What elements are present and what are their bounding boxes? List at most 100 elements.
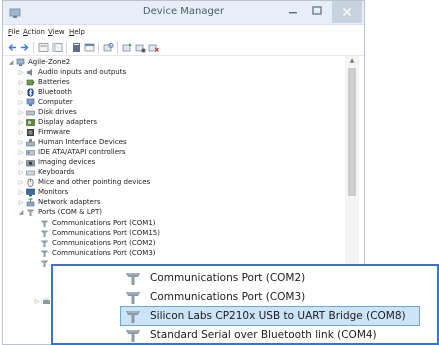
maximize-button[interactable] — [304, 1, 330, 23]
ide-controller-icon — [26, 150, 35, 156]
toolbar-separator — [117, 42, 118, 54]
firmware-icon — [27, 129, 34, 136]
zoom-item-label: Standard Serial over Bluetooth link (COM… — [150, 329, 377, 341]
mouse-icon — [27, 178, 34, 187]
tree-device[interactable]: Communications Port (COM15) — [31, 229, 251, 238]
menu-help[interactable]: Help — [69, 28, 85, 36]
tree-category-label: Network adapters — [38, 198, 101, 206]
printer-icon — [43, 298, 50, 304]
tree-category-label: Human Interface Devices — [38, 138, 127, 146]
back-arrow-icon[interactable] — [7, 42, 18, 53]
zoom-list-item-selected[interactable]: Silicon Labs CP210x USB to UART Bridge (… — [53, 306, 437, 326]
tree-category[interactable]: ▷ Computer — [17, 98, 237, 107]
expand-arrow-icon[interactable]: ▷ — [17, 188, 25, 197]
expand-arrow-icon[interactable]: ▷ — [17, 98, 25, 107]
close-button[interactable] — [332, 1, 362, 23]
tree-category-label: IDE ATA/ATAPI controllers — [38, 148, 126, 156]
expand-arrow-icon[interactable]: ▷ — [17, 118, 25, 127]
tree-category[interactable]: ▷ Display adapters — [17, 118, 237, 127]
expand-arrow-icon[interactable]: ▷ — [17, 168, 25, 177]
tree-category-label: Batteries — [38, 78, 70, 86]
port-connector-icon — [126, 273, 140, 285]
tree-category[interactable]: ▷ Human Interface Devices — [17, 138, 237, 147]
expand-arrow-icon[interactable]: ▷ — [33, 297, 41, 306]
disable-device-icon[interactable] — [135, 42, 146, 53]
scroll-up-icon[interactable]: ▲ — [345, 56, 359, 66]
expand-arrow-icon[interactable]: ▷ — [17, 68, 25, 77]
computer-icon — [16, 58, 25, 66]
tree-device[interactable] — [31, 259, 51, 268]
collapse-arrow-icon[interactable]: ◢ — [7, 58, 15, 67]
help-pane-icon[interactable] — [52, 42, 63, 53]
menu-action[interactable]: Action — [23, 28, 45, 36]
minimize-icon — [289, 12, 297, 14]
title-bar[interactable]: Device Manager — [3, 1, 364, 25]
uninstall-device-icon[interactable] — [148, 42, 159, 53]
menu-file[interactable]: File — [8, 28, 20, 36]
speaker-icon — [27, 69, 32, 76]
expand-arrow-icon[interactable]: ▷ — [17, 88, 25, 97]
tree-category[interactable]: ▷ Audio inputs and outputs — [17, 68, 237, 77]
tree-category[interactable]: ▷ Disk drives — [17, 108, 237, 117]
tree-category-label: Keyboards — [38, 168, 75, 176]
tree-category[interactable]: ▷ Mice and other pointing devices — [17, 178, 237, 187]
tree-category[interactable]: ▷ Monitors — [17, 188, 237, 197]
port-connector-icon — [126, 292, 140, 304]
expand-arrow-icon[interactable]: ▷ — [17, 148, 25, 157]
collapse-arrow-icon[interactable]: ◢ — [17, 208, 25, 217]
tree-category-label: Ports (COM & LPT) — [38, 208, 102, 216]
tree-category[interactable]: ▷ — [33, 297, 53, 306]
help-book-icon[interactable] — [71, 42, 82, 53]
zoom-list-item[interactable]: Communications Port (COM2) — [53, 268, 437, 288]
expand-arrow-icon[interactable]: ▷ — [17, 128, 25, 137]
zoomed-ports-list: Communications Port (COM2) Communication… — [51, 264, 439, 345]
close-icon — [343, 8, 351, 16]
tree-category[interactable]: ▷ Firmware — [17, 128, 237, 137]
tree-category[interactable]: ▷ Batteries — [17, 78, 237, 87]
tree-category-label: Audio inputs and outputs — [38, 68, 127, 76]
expand-arrow-icon[interactable]: ▷ — [17, 198, 25, 207]
expand-arrow-icon[interactable]: ▷ — [17, 158, 25, 167]
tree-category-label: Bluetooth — [38, 88, 72, 96]
tree-category[interactable]: ▷ Imaging devices — [17, 158, 237, 167]
scan-hardware-icon[interactable] — [103, 42, 114, 53]
port-connector-icon — [27, 209, 34, 216]
tree-device[interactable]: Communications Port (COM3) — [31, 249, 251, 258]
tree-root[interactable]: ◢ Agile-Zone2 — [7, 58, 227, 67]
forward-arrow-icon[interactable] — [19, 42, 30, 53]
menu-view[interactable]: View — [48, 28, 65, 36]
port-connector-icon — [126, 311, 140, 323]
zoom-list-item[interactable]: Communications Port (COM3) — [53, 287, 437, 307]
menu-bar: File Action View Help — [3, 25, 364, 40]
toolbar-separator — [33, 42, 34, 54]
tree-category-label: Disk drives — [38, 108, 77, 116]
zoom-list-item[interactable]: Standard Serial over Bluetooth link (COM… — [53, 325, 437, 343]
network-adapter-icon — [26, 198, 35, 207]
tree-device-label: Communications Port (COM1) — [52, 219, 156, 227]
zoom-item-label: Communications Port (COM3) — [150, 291, 306, 303]
expand-arrow-icon[interactable]: ▷ — [17, 108, 25, 117]
tree-device-label: Communications Port (COM3) — [52, 249, 156, 257]
tree-category[interactable]: ▷ Network adapters — [17, 198, 237, 207]
minimize-button[interactable] — [280, 1, 306, 23]
properties-icon[interactable] — [38, 42, 49, 53]
toolbar-separator — [98, 42, 99, 54]
tree-category[interactable]: ▷ Keyboards — [17, 168, 237, 177]
tree-device[interactable]: Communications Port (COM2) — [31, 239, 251, 248]
update-driver-icon[interactable] — [122, 42, 133, 53]
tree-device[interactable]: Communications Port (COM1) — [31, 219, 251, 228]
display-adapter-icon — [26, 119, 35, 126]
expand-arrow-icon[interactable]: ▷ — [17, 138, 25, 147]
tree-category-label: Computer — [38, 98, 73, 106]
bluetooth-icon — [27, 88, 34, 97]
tree-category-ports[interactable]: ◢ Ports (COM & LPT) — [17, 208, 237, 217]
battery-icon — [26, 79, 35, 86]
expand-arrow-icon[interactable]: ▷ — [17, 78, 25, 87]
toolbar — [3, 40, 364, 56]
tree-category[interactable]: ▷ Bluetooth — [17, 88, 237, 97]
hid-icon — [26, 139, 35, 147]
show-hidden-icon[interactable] — [84, 42, 95, 53]
tree-category[interactable]: ▷ IDE ATA/ATAPI controllers — [17, 148, 237, 157]
expand-arrow-icon[interactable]: ▷ — [17, 178, 25, 187]
scrollbar-thumb[interactable] — [348, 68, 356, 196]
